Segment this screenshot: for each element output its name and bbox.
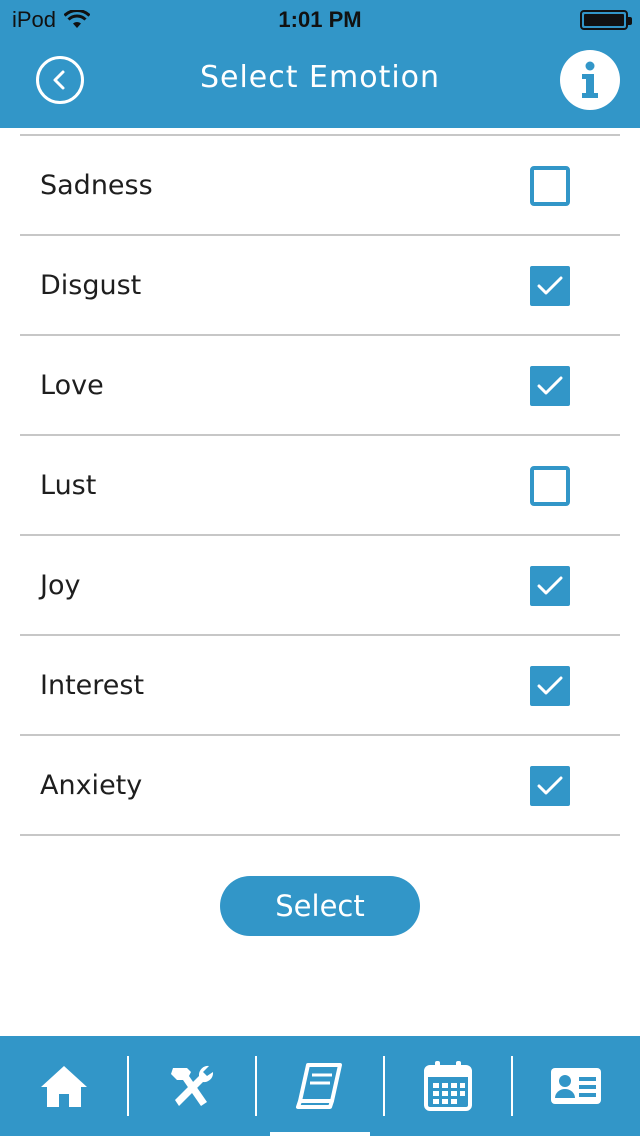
select-button[interactable]: Select (220, 876, 420, 936)
emotion-checkbox[interactable] (530, 266, 570, 306)
home-icon (41, 1066, 87, 1107)
book-icon (296, 1063, 342, 1109)
checkmark-icon (537, 276, 563, 295)
emotion-checkbox[interactable] (530, 466, 570, 506)
calendar-icon (424, 1061, 472, 1111)
emotion-row[interactable]: Lust (20, 434, 620, 534)
emotion-label: Love (40, 370, 104, 401)
tab-divider (255, 1056, 257, 1116)
info-button[interactable] (560, 50, 620, 110)
emotion-row[interactable]: Disgust (20, 234, 620, 334)
emotion-label: Interest (40, 670, 145, 701)
emotion-checkbox[interactable] (530, 366, 570, 406)
tab-divider (383, 1056, 385, 1116)
tab-calendar[interactable] (383, 1036, 512, 1136)
header-bar: iPod 1:01 PM Select Emotion (0, 0, 640, 128)
emotion-checkbox[interactable] (530, 566, 570, 606)
checkmark-icon (537, 576, 563, 595)
tab-book[interactable] (255, 1036, 384, 1136)
tab-home[interactable] (0, 1036, 128, 1136)
emotion-checkbox[interactable] (530, 766, 570, 806)
tab-tools[interactable] (127, 1036, 256, 1136)
checkmark-icon (537, 376, 563, 395)
checkmark-icon (537, 676, 563, 695)
emotion-checkbox[interactable] (530, 666, 570, 706)
emotion-row[interactable]: Sadness (20, 134, 620, 234)
emotion-row[interactable]: Love (20, 334, 620, 434)
emotion-row[interactable]: Joy (20, 534, 620, 634)
emotion-label: Disgust (40, 270, 142, 301)
page-title: Select Emotion (199, 60, 441, 95)
emotion-label: Lust (40, 470, 97, 501)
info-icon (582, 61, 598, 98)
status-bar: iPod 1:01 PM (0, 0, 640, 40)
battery-icon (580, 10, 632, 30)
contact-card-icon (551, 1068, 601, 1104)
emotion-checkbox[interactable] (530, 166, 570, 206)
emotion-label: Anxiety (40, 770, 143, 801)
emotion-row[interactable]: Interest (20, 634, 620, 734)
clock: 1:01 PM (278, 7, 362, 32)
emotion-row[interactable]: Anxiety (20, 734, 620, 836)
checkmark-icon (537, 776, 563, 795)
emotion-label: Joy (40, 570, 81, 601)
emotion-label: Sadness (40, 170, 153, 201)
emotion-list: Sadness Disgust Love Lust Joy Interest Anxiety (20, 134, 620, 836)
tab-contact[interactable] (511, 1036, 640, 1136)
tools-icon (171, 1065, 214, 1106)
tab-divider (127, 1056, 129, 1116)
active-tab-indicator (270, 1132, 370, 1136)
tab-divider (511, 1056, 513, 1116)
tab-bar (0, 1036, 640, 1136)
